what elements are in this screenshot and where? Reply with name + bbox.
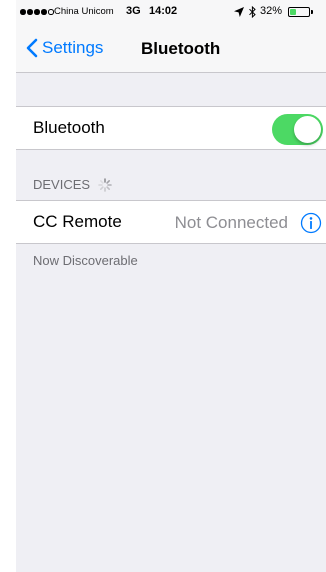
battery-level-fill: [290, 9, 296, 15]
signal-dot: [48, 9, 54, 15]
back-button[interactable]: Settings: [26, 38, 103, 58]
battery-percent: 32%: [260, 5, 283, 17]
signal-dot: [34, 9, 40, 15]
devices-section-header: DEVICES: [33, 177, 112, 192]
device-connection-status: Not Connected: [174, 213, 288, 232]
signal-dot: [41, 9, 47, 15]
bluetooth-setting-label: Bluetooth: [33, 118, 105, 137]
location-arrow-icon: [234, 7, 244, 17]
battery-icon: [288, 7, 310, 17]
carrier-name: China Unicom: [54, 6, 114, 17]
info-icon[interactable]: [300, 212, 322, 234]
toggle-knob: [294, 116, 321, 143]
page-title: Bluetooth: [141, 39, 221, 58]
device-row-cc-remote[interactable]: CC Remote Not Connected: [16, 200, 326, 244]
signal-strength-icon: [20, 9, 54, 15]
settings-screen: China Unicom 3G 14:02 32% Settings Bluet…: [16, 0, 326, 572]
discoverable-status: Now Discoverable: [33, 253, 138, 268]
chevron-left-icon: [26, 38, 38, 58]
activity-spinner-icon: [98, 177, 112, 192]
back-button-label: Settings: [42, 38, 104, 57]
signal-dot: [20, 9, 26, 15]
bluetooth-setting-row: Bluetooth: [16, 106, 326, 150]
bluetooth-toggle[interactable]: [272, 114, 323, 145]
battery-tip: [311, 10, 313, 14]
status-bar: China Unicom 3G 14:02 32%: [16, 0, 326, 26]
signal-dot: [27, 9, 33, 15]
bluetooth-icon: [249, 6, 256, 18]
top-bar: China Unicom 3G 14:02 32% Settings Bluet…: [16, 0, 326, 73]
device-name: CC Remote: [33, 212, 122, 231]
network-type: 3G: [126, 5, 141, 17]
clock: 14:02: [149, 5, 178, 17]
devices-header-label: DEVICES: [33, 177, 91, 192]
